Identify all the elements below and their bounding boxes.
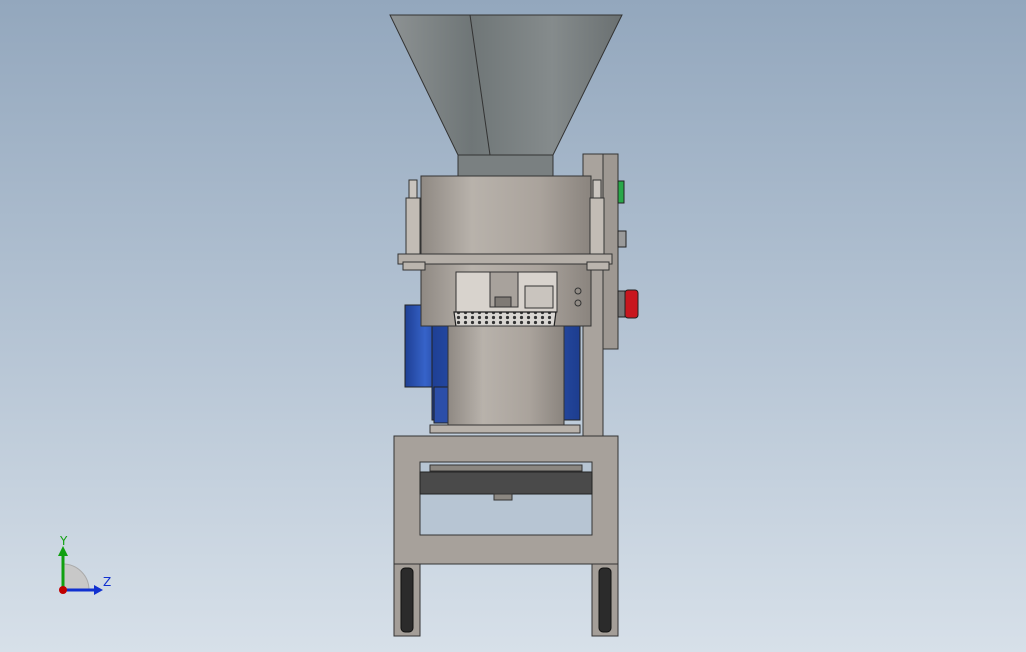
- z-axis-label: Z: [103, 575, 111, 589]
- hopper[interactable]: [389, 14, 623, 178]
- coordinate-triad: Y Z: [58, 534, 111, 595]
- left-leg: [393, 563, 421, 637]
- right-leg: [591, 563, 619, 637]
- motor-housing: [429, 325, 581, 434]
- start-button[interactable]: [617, 180, 625, 204]
- x-axis-icon: [59, 586, 67, 594]
- selector-switch[interactable]: [617, 230, 627, 248]
- emergency-stop-button[interactable]: [617, 289, 639, 319]
- grinding-chamber[interactable]: [397, 175, 613, 327]
- triad-plane: [62, 563, 90, 591]
- base-frame[interactable]: [393, 435, 619, 565]
- cad-viewport[interactable]: Y Z: [0, 0, 1026, 652]
- y-axis-label: Y: [59, 534, 68, 548]
